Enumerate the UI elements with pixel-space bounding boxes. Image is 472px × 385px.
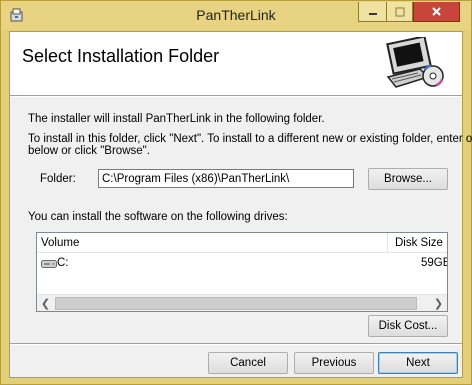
column-divider <box>387 233 388 253</box>
scrollbar-thumb[interactable] <box>55 297 417 310</box>
list-item[interactable]: C: 59GB <box>37 255 447 273</box>
hard-drive-icon <box>41 260 57 268</box>
previous-button[interactable]: Previous <box>294 352 374 374</box>
drive-disk-size: 59GB <box>421 257 448 269</box>
intro-text: The installer will install PanTherLink i… <box>28 113 325 125</box>
cancel-button[interactable]: Cancel <box>208 352 288 374</box>
folder-label: Folder: <box>40 173 76 185</box>
close-button[interactable] <box>413 2 460 22</box>
next-button[interactable]: Next <box>378 352 458 374</box>
drive-volume: C: <box>57 257 69 269</box>
close-icon <box>432 7 441 16</box>
column-volume[interactable]: Volume <box>41 237 79 249</box>
installer-window: PanTherLink Select Installation Folder T… <box>0 0 472 385</box>
scroll-right-icon[interactable]: ❯ <box>430 295 447 311</box>
drives-list[interactable]: Volume Disk Size C: 59GB ❮ ❯ <box>36 232 448 312</box>
page-title: Select Installation Folder <box>22 46 220 66</box>
column-disk-size[interactable]: Disk Size <box>395 237 443 249</box>
instructions-line-1: To install in this folder, click "Next".… <box>28 133 472 145</box>
disk-cost-button[interactable]: Disk Cost... <box>368 315 448 337</box>
header-banner: Select Installation Folder <box>10 32 462 95</box>
title-bar[interactable]: PanTherLink <box>1 1 471 30</box>
computer-setup-icon <box>386 37 444 88</box>
drives-list-header: Volume Disk Size <box>37 233 447 253</box>
header-divider-highlight <box>10 96 462 97</box>
dialog-client-area: Select Installation Folder The installer… <box>9 31 472 378</box>
folder-path-input[interactable] <box>98 169 354 188</box>
minimize-button[interactable] <box>358 2 386 22</box>
drives-text: You can install the software on the foll… <box>28 211 288 223</box>
scroll-left-icon[interactable]: ❮ <box>37 295 54 311</box>
maximize-icon <box>394 6 405 17</box>
minimize-icon <box>368 12 377 15</box>
footer-divider-highlight <box>10 344 462 345</box>
horizontal-scrollbar[interactable]: ❮ ❯ <box>37 294 447 311</box>
maximize-button[interactable] <box>386 2 413 22</box>
browse-button[interactable]: Browse... <box>368 168 448 190</box>
instructions-line-2: below or click "Browse". <box>28 145 150 157</box>
